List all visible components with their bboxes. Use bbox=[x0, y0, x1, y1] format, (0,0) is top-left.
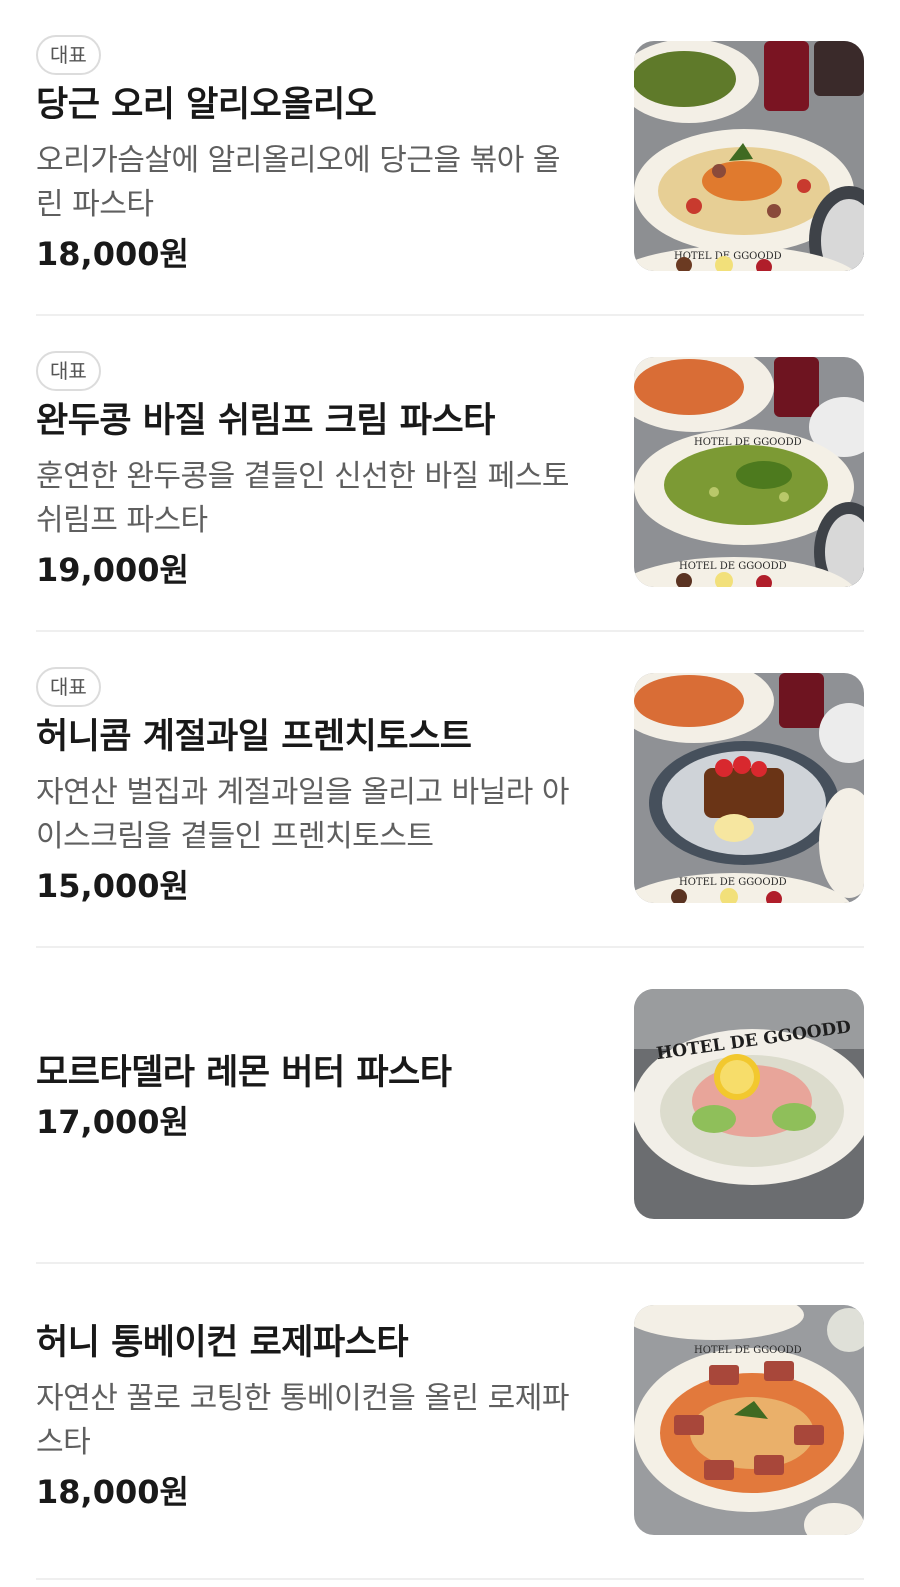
menu-item-desc-line1: 훈연한 완두콩을 곁들인 신선한 바질 페스토 bbox=[36, 459, 569, 494]
menu-item-text: 대표 허니콤 계절과일 프렌치토스트 자연산 벌집과 계절과일을 올리고 바닐라… bbox=[36, 632, 596, 946]
menu-item-text: 허니 통베이컨 로제파스타 자연산 꿀로 코팅한 통베이컨을 올린 로제파 스타… bbox=[36, 1264, 596, 1578]
menu-item-name: 허니 통베이컨 로제파스타 bbox=[36, 1323, 409, 1363]
menu-item-honey-bacon-rose-pasta[interactable]: 허니 통베이컨 로제파스타 자연산 꿀로 코팅한 통베이컨을 올린 로제파 스타… bbox=[36, 1264, 864, 1580]
signature-badge: 대표 bbox=[36, 667, 101, 707]
menu-list: 대표 당근 오리 알리오올리오 오리가슴살에 알리올리오에 당근을 볶아 올 린… bbox=[0, 0, 900, 1580]
menu-item-text: 대표 당근 오리 알리오올리오 오리가슴살에 알리올리오에 당근을 볶아 올 린… bbox=[36, 0, 596, 314]
menu-item-name: 당근 오리 알리오올리오 bbox=[36, 85, 377, 125]
menu-item-desc-line1: 오리가슴살에 알리올리오에 당근을 볶아 올 bbox=[36, 143, 560, 178]
duck-carrot-aglio-olio-photo[interactable]: HOTEL DE GGOODD bbox=[634, 41, 864, 271]
menu-item-text: 대표 완두콩 바질 쉬림프 크림 파스타 훈연한 완두콩을 곁들인 신선한 바질… bbox=[36, 316, 596, 630]
signature-badge: 대표 bbox=[36, 35, 101, 75]
menu-item-duck-aglio-olio[interactable]: 대표 당근 오리 알리오올리오 오리가슴살에 알리올리오에 당근을 볶아 올 린… bbox=[36, 0, 864, 316]
menu-item-mortadella-lemon-butter-pasta[interactable]: 모르타델라 레몬 버터 파스타 17,000원 HOTEL DE GGOODD bbox=[36, 948, 864, 1264]
svg-text:HOTEL DE GGOODD: HOTEL DE GGOODD bbox=[694, 437, 802, 448]
menu-item-desc-line2: 린 파스타 bbox=[36, 187, 154, 222]
mortadella-lemon-butter-pasta-photo[interactable]: HOTEL DE GGOODD bbox=[634, 989, 864, 1219]
honey-bacon-rose-pasta-photo[interactable]: HOTEL DE GGOODD bbox=[634, 1305, 864, 1535]
signature-badge: 대표 bbox=[36, 351, 101, 391]
menu-item-price: 17,000원 bbox=[36, 1103, 189, 1141]
menu-item-desc-line2: 쉬림프 파스타 bbox=[36, 503, 208, 538]
menu-item-desc-line2: 스타 bbox=[36, 1425, 91, 1460]
menu-item-price: 15,000원 bbox=[36, 867, 189, 905]
menu-item-text: 모르타델라 레몬 버터 파스타 17,000원 bbox=[36, 948, 596, 1262]
menu-item-name: 허니콤 계절과일 프렌치토스트 bbox=[36, 717, 472, 757]
menu-item-pea-basil-shrimp-pasta[interactable]: 대표 완두콩 바질 쉬림프 크림 파스타 훈연한 완두콩을 곁들인 신선한 바질… bbox=[36, 316, 864, 632]
pea-basil-shrimp-pasta-photo[interactable]: HOTEL DE GGOODD HOTEL DE GGOODD bbox=[634, 357, 864, 587]
menu-item-name: 완두콩 바질 쉬림프 크림 파스타 bbox=[36, 401, 495, 441]
menu-item-desc-line1: 자연산 꿀로 코팅한 통베이컨을 올린 로제파 bbox=[36, 1381, 569, 1416]
svg-text:HOTEL DE GGOODD: HOTEL DE GGOODD bbox=[679, 877, 787, 888]
menu-item-desc-line1: 자연산 벌집과 계절과일을 올리고 바닐라 아 bbox=[36, 775, 569, 810]
menu-item-price: 19,000원 bbox=[36, 551, 189, 589]
svg-text:HOTEL DE GGOODD: HOTEL DE GGOODD bbox=[694, 1345, 802, 1356]
honeycomb-french-toast-photo[interactable]: HOTEL DE GGOODD bbox=[634, 673, 864, 903]
menu-item-name: 모르타델라 레몬 버터 파스타 bbox=[36, 1053, 452, 1093]
menu-item-honeycomb-french-toast[interactable]: 대표 허니콤 계절과일 프렌치토스트 자연산 벌집과 계절과일을 올리고 바닐라… bbox=[36, 632, 864, 948]
svg-text:HOTEL DE GGOODD: HOTEL DE GGOODD bbox=[679, 561, 787, 572]
menu-item-desc-line2: 이스크림을 곁들인 프렌치토스트 bbox=[36, 819, 434, 854]
menu-item-price: 18,000원 bbox=[36, 1473, 189, 1511]
menu-item-price: 18,000원 bbox=[36, 235, 189, 273]
